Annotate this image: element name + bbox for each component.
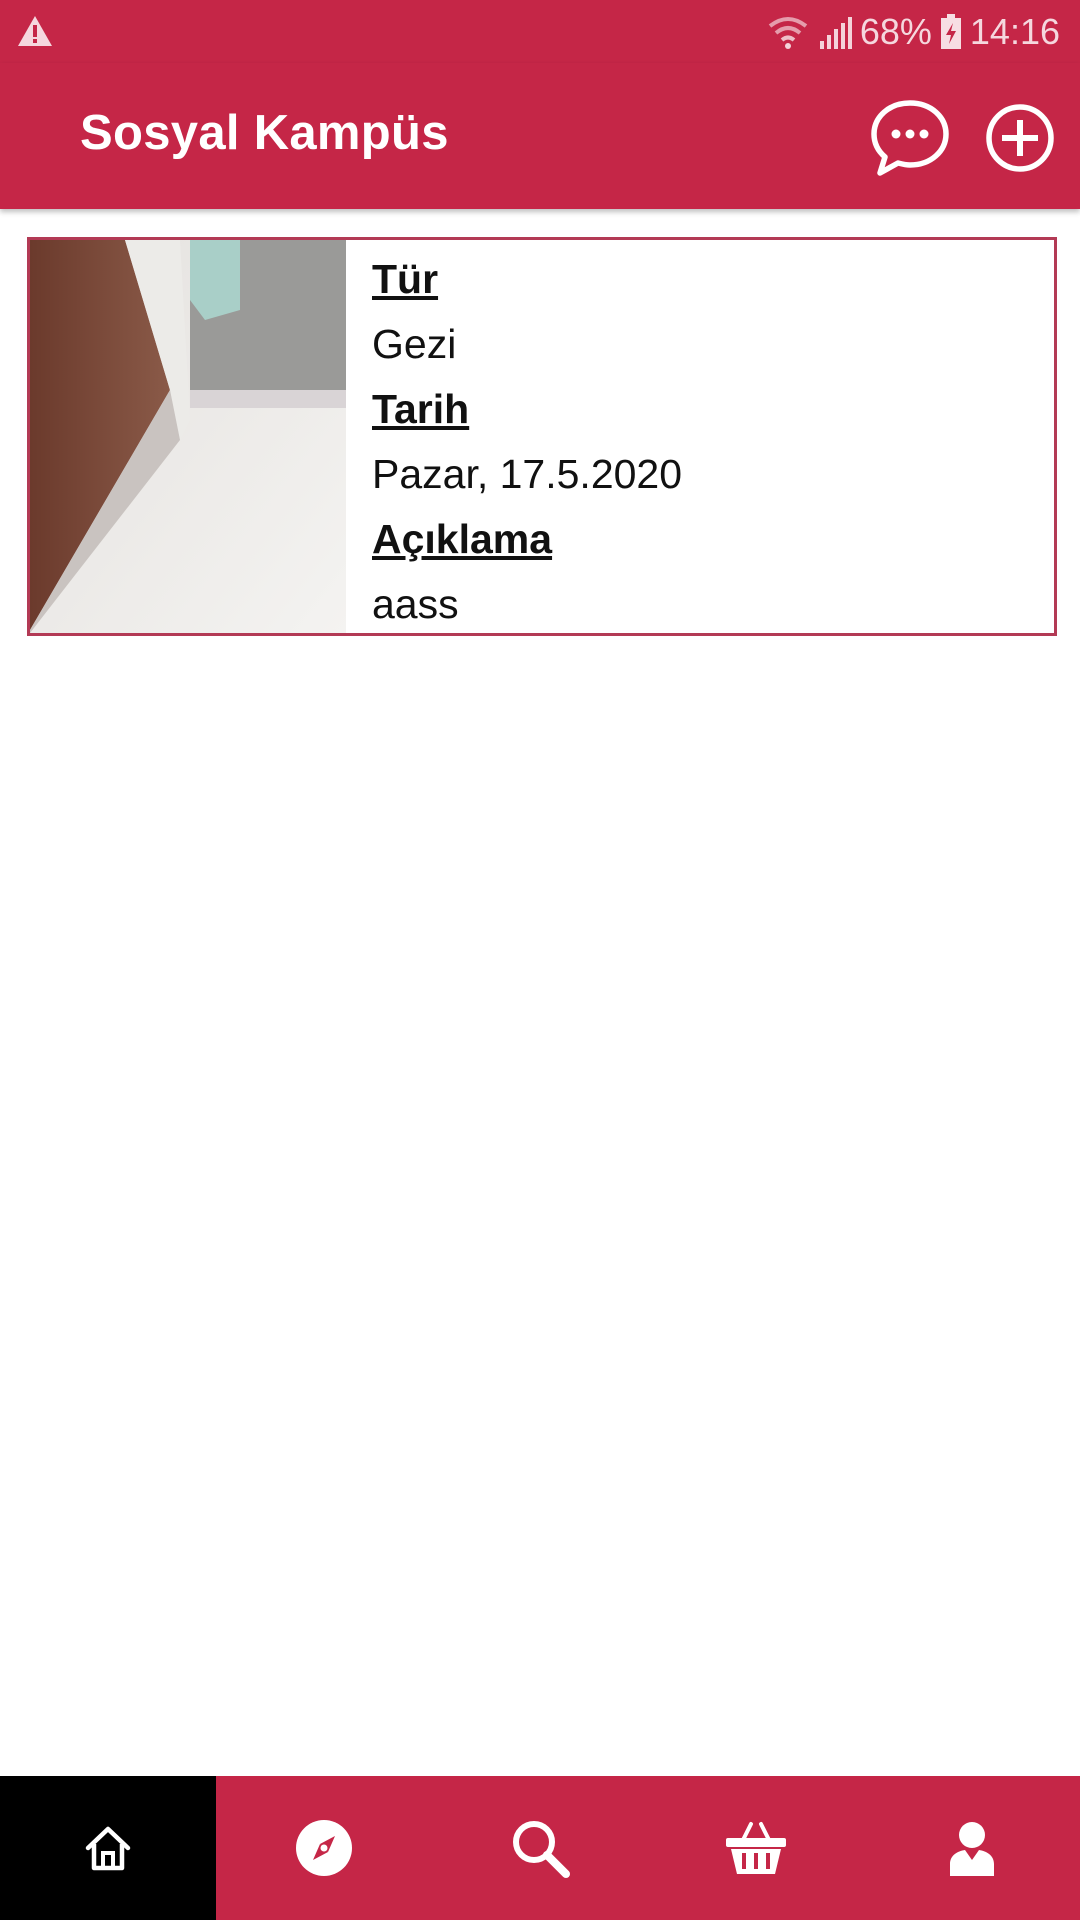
nav-home[interactable] [0,1776,216,1920]
chat-icon [871,100,949,176]
nav-basket[interactable] [648,1776,864,1920]
nav-search[interactable] [432,1776,648,1920]
warning-icon [18,16,52,46]
add-circle-icon [986,104,1054,172]
add-button[interactable] [977,95,1063,181]
chat-button[interactable] [867,95,953,181]
compass-icon [296,1820,352,1876]
basket-icon [726,1822,786,1874]
profile-icon [950,1822,994,1876]
bottom-nav [0,1776,1080,1920]
post-photo [30,240,346,633]
date-label: Tarih [372,386,470,432]
type-value: Gezi [372,321,457,367]
description-label: Açıklama [372,516,553,562]
signal-icon [819,17,852,49]
search-icon [513,1821,570,1878]
description-value: aass [372,581,459,627]
app-bar: Sosyal Kampüs [0,63,1080,209]
battery-percent: 68% [859,11,932,52]
app-title: Sosyal Kampüs [80,106,449,160]
wifi-icon [768,17,808,49]
battery-charging-icon [940,14,961,49]
nav-profile[interactable] [864,1776,1080,1920]
clock: 14:16 [969,11,1060,52]
date-value: Pazar, 17.5.2020 [372,451,683,497]
post-card[interactable]: Tür Gezi Tarih Pazar, 17.5.2020 Açıklama… [27,237,1057,636]
screen: 68% 14:16 Sosyal Kampüs Tür Gezi Tarih P… [0,0,1080,1920]
status-bar: 68% 14:16 [0,0,1080,63]
nav-explore[interactable] [216,1776,432,1920]
status-right: 68% 14:16 [766,8,1060,56]
home-icon [85,1826,131,1871]
type-label: Tür [372,256,439,302]
post-details: Tür Gezi Tarih Pazar, 17.5.2020 Açıklama… [346,240,682,633]
